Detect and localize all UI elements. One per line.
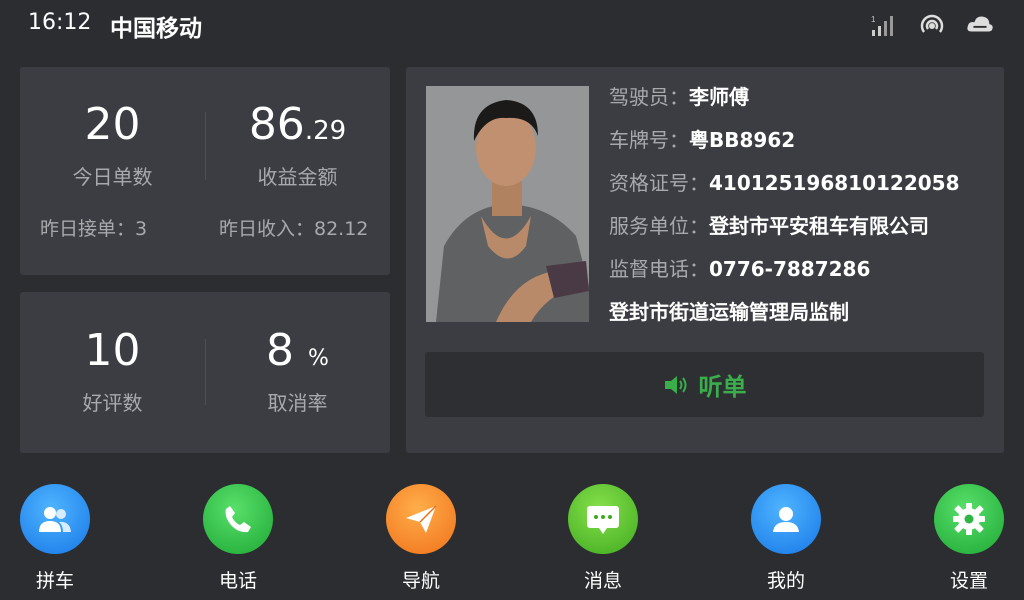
today-orders-label: 今日单数 <box>72 165 153 189</box>
settings-icon <box>934 484 1004 554</box>
dock-settings-label: 设置 <box>949 570 988 592</box>
dock-navigation[interactable]: 导航 <box>366 484 476 593</box>
status-bar: 16:12 中国移动 1 <box>0 0 1024 50</box>
income-stat: 86.29 收益金额 <box>205 103 390 190</box>
dock-carpool[interactable]: 拼车 <box>0 484 110 593</box>
driver-info-card: 驾驶员：李师傅 车牌号：粤BB8962 资格证号：410125196810122… <box>406 67 1004 453</box>
rating-stats-card: 10 好评数 8 % 取消率 <box>20 292 390 453</box>
dock-messages-label: 消息 <box>583 570 622 592</box>
profile-icon <box>751 484 821 554</box>
dock-carpool-label: 拼车 <box>35 570 74 592</box>
dock-messages[interactable]: 消息 <box>548 484 658 593</box>
good-reviews-value: 10 <box>84 325 141 376</box>
cancel-rate-label: 取消率 <box>267 391 328 415</box>
license-row: 资格证号：410125196810122058 <box>609 171 960 195</box>
today-stats-card: 20 今日单数 86.29 收益金额 昨日接单：3 昨日收入：82.12 <box>20 67 390 275</box>
dock-phone-label: 电话 <box>218 570 257 592</box>
driver-name-row: 驾驶员：李师傅 <box>609 85 749 109</box>
good-reviews-label: 好评数 <box>82 391 143 415</box>
driver-photo <box>426 86 589 322</box>
phone-icon <box>203 484 273 554</box>
signal-icon: 1 <box>871 15 893 36</box>
dock-phone[interactable]: 电话 <box>183 484 293 593</box>
message-icon <box>568 484 638 554</box>
yesterday-income: 昨日收入：82.12 <box>219 218 369 240</box>
cloud-icon <box>967 16 993 32</box>
status-carrier: 中国移动 <box>110 16 202 42</box>
dock-profile-label: 我的 <box>766 570 805 592</box>
income-value: 86.29 <box>248 99 347 150</box>
dock-profile[interactable]: 我的 <box>731 484 841 593</box>
company-row: 服务单位：登封市平安租车有限公司 <box>609 214 929 238</box>
status-icons: 1 <box>870 12 994 38</box>
phone-row: 监督电话：0776-7887286 <box>609 257 871 281</box>
today-orders-stat: 20 今日单数 <box>20 103 205 190</box>
good-reviews-stat: 10 好评数 <box>20 329 205 416</box>
income-label: 收益金额 <box>257 165 338 189</box>
speaker-icon <box>664 375 686 394</box>
carpool-icon <box>20 484 90 554</box>
supervisor-note: 登封市街道运输管理局监制 <box>609 300 849 324</box>
dock-navigation-label: 导航 <box>401 570 440 592</box>
dock-settings[interactable]: 设置 <box>914 484 1024 593</box>
navigation-icon <box>386 484 456 554</box>
hotspot-icon <box>920 14 944 33</box>
today-orders-value: 20 <box>84 99 141 150</box>
status-time: 16:12 <box>28 10 92 35</box>
listen-orders-label: 听单 <box>698 373 747 401</box>
driver-details: 驾驶员：李师傅 车牌号：粤BB8962 资格证号：410125196810122… <box>609 83 989 341</box>
yesterday-orders: 昨日接单：3 <box>40 218 148 240</box>
listen-orders-button[interactable]: 听单 <box>425 352 984 417</box>
plate-row: 车牌号：粤BB8962 <box>609 128 796 152</box>
svg-text:1: 1 <box>871 15 876 24</box>
cancel-rate-value: 8 % <box>266 325 329 376</box>
cancel-rate-stat: 8 % 取消率 <box>205 329 390 416</box>
